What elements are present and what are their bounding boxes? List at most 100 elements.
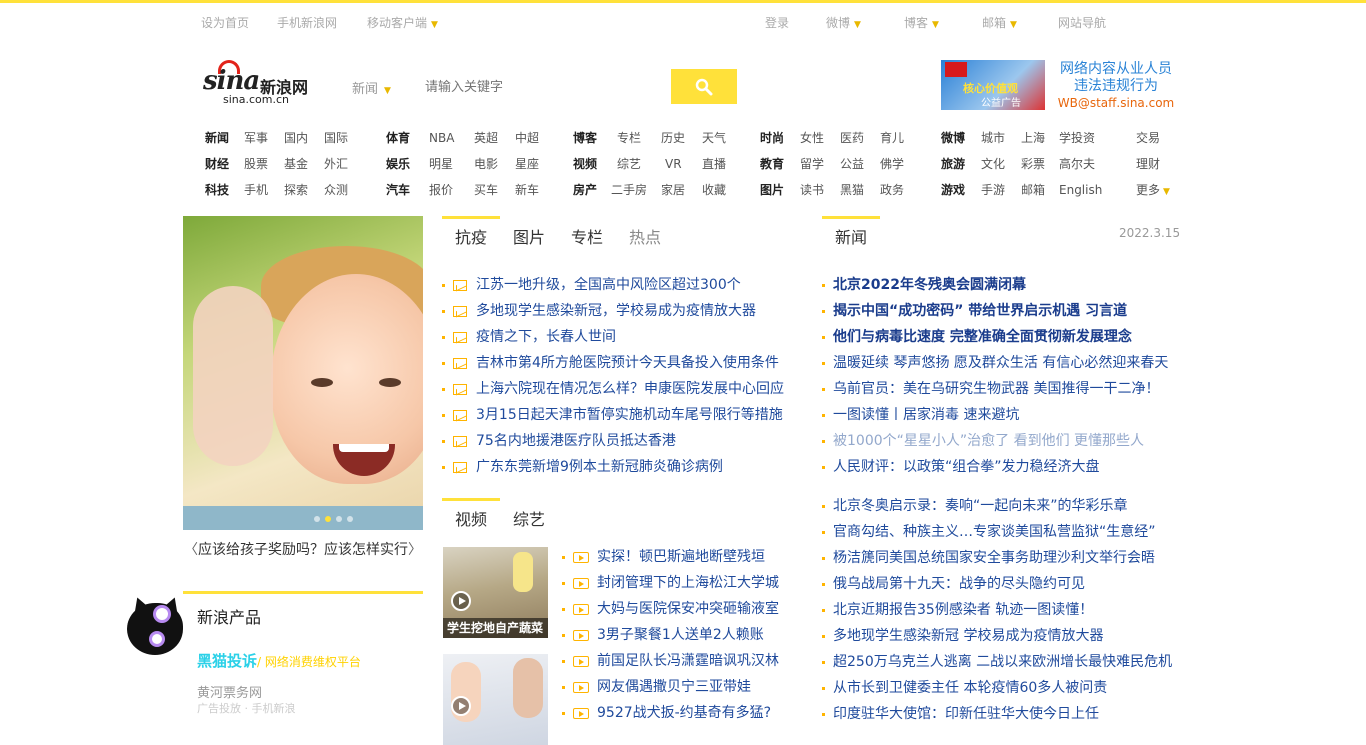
mobile-client-menu[interactable]: 移动客户端 ▼ — [367, 14, 438, 31]
video-thumbnail[interactable] — [443, 654, 548, 745]
nav-link[interactable]: 上海 — [1021, 125, 1059, 151]
nav-link[interactable]: VR — [665, 151, 702, 177]
nav-link[interactable]: 医药 — [840, 125, 880, 151]
mail-menu[interactable]: 邮箱 ▼ — [982, 14, 1017, 31]
nav-link[interactable]: 文化 — [981, 151, 1021, 177]
video-link[interactable]: 封闭管理下的上海松江大学城 — [597, 570, 779, 596]
feature-caption[interactable]: 〈应该给孩子奖励吗？应该怎样实行〉 — [183, 539, 423, 559]
nav-link[interactable]: 直播 — [702, 151, 726, 177]
news-link[interactable]: 北京冬奥启示录：奏响“一起向未来”的华彩乐章 — [833, 493, 1128, 519]
news-link[interactable]: 从市长到卫健委主任 本轮疫情60多人被问责 — [833, 675, 1107, 701]
nav-link[interactable]: 微博 — [941, 125, 981, 151]
nav-link[interactable]: 留学 — [800, 151, 840, 177]
play-icon[interactable] — [451, 696, 471, 716]
news-link[interactable]: 75名内地援港医疗队员抵达香港 — [476, 428, 676, 454]
nav-link[interactable]: 时尚 — [760, 125, 800, 151]
news-link[interactable]: 江苏一地升级，全国高中风险区超过300个 — [476, 272, 741, 298]
nav-link[interactable]: 国内 — [284, 125, 324, 151]
blog-menu[interactable]: 博客 ▼ — [904, 14, 939, 31]
nav-link[interactable]: 体育 — [386, 125, 429, 151]
nav-link[interactable]: 电影 — [474, 151, 515, 177]
nav-link[interactable]: 新车 — [515, 177, 539, 203]
news-link[interactable]: 广东东莞新增9例本土新冠肺炎确诊病例 — [476, 454, 723, 480]
nav-link[interactable]: 手机 — [244, 177, 284, 203]
news-link[interactable]: 上海六院现在情况怎么样？申康医院发展中心回应 — [476, 376, 784, 402]
news-link[interactable]: 3月15日起天津市暂停实施机动车尾号限行等措施 — [476, 402, 783, 428]
sina-logo[interactable]: sina 新浪网 sina.com.cn — [203, 60, 318, 108]
nav-link[interactable]: 股票 — [244, 151, 284, 177]
set-homepage-link[interactable]: 设为首页 — [201, 14, 249, 31]
nav-link[interactable]: 英超 — [474, 125, 515, 151]
nav-link[interactable]: 房产 — [573, 177, 611, 203]
nav-link[interactable]: 星座 — [515, 151, 539, 177]
news-link[interactable]: 多地现学生感染新冠，学校易成为疫情放大器 — [476, 298, 756, 324]
video-link[interactable]: 前国足队长冯潇霆暗讽巩汉林 — [597, 648, 779, 674]
search-scope-select[interactable]: 新闻 ▼ — [352, 78, 391, 97]
video-link[interactable]: 9527战犬扳-约基奇有多猛? — [597, 700, 771, 726]
news-link[interactable]: 印度驻华大使馆：印新任驻华大使今日上任 — [833, 701, 1099, 727]
nav-link[interactable]: 专栏 — [617, 125, 661, 151]
nav-link[interactable]: 博客 — [573, 125, 617, 151]
search-input[interactable] — [417, 72, 667, 102]
video-link[interactable]: 3男子聚餐1人送单2人赖账 — [597, 622, 764, 648]
nav-link[interactable]: 收藏 — [702, 177, 726, 203]
site-nav-link[interactable]: 网站导航 — [1058, 14, 1106, 31]
news-link[interactable]: 揭示中国“成功密码” 带给世界启示机遇 习言道 — [833, 298, 1127, 324]
nav-link[interactable]: 视频 — [573, 151, 617, 177]
nav-link[interactable]: 二手房 — [611, 177, 661, 203]
nav-link[interactable]: 基金 — [284, 151, 324, 177]
nav-link[interactable]: 中超 — [515, 125, 539, 151]
nav-link[interactable]: 理财 — [1136, 151, 1160, 177]
nav-link[interactable]: 明星 — [429, 151, 474, 177]
tab-kangyi[interactable]: 抗疫 — [442, 216, 501, 248]
nav-link[interactable]: 众测 — [324, 177, 348, 203]
tab-pictures[interactable]: 图片 — [500, 216, 558, 248]
nav-link[interactable]: 彩票 — [1021, 151, 1059, 177]
feature-photo[interactable] — [183, 216, 423, 530]
news-link[interactable]: 杨洁篪同美国总统国家安全事务助理沙利文举行会晤 — [833, 545, 1155, 571]
weibo-menu[interactable]: 微博 ▼ — [826, 14, 861, 31]
tab-variety[interactable]: 综艺 — [500, 498, 558, 530]
nav-link[interactable]: 游戏 — [941, 177, 981, 203]
news-link[interactable]: 俄乌战局第十九天：战争的尽头隐约可见 — [833, 571, 1085, 597]
product-link[interactable]: 黄河票务网 — [197, 682, 262, 701]
nav-link[interactable]: 城市 — [981, 125, 1021, 151]
ad-text[interactable]: 网络内容从业人员 违法违规行为 WB@staff.sina.com — [1052, 61, 1180, 112]
chevron-right-icon[interactable]: 〉 — [408, 542, 422, 558]
nav-link[interactable]: 佛学 — [880, 151, 904, 177]
search-button[interactable] — [671, 69, 737, 104]
ad-banner-image[interactable]: 核心价值观 公益广告 — [941, 60, 1045, 110]
news-link[interactable]: 他们与病毒比速度 完整准确全面贯彻新发展理念 — [833, 324, 1132, 350]
news-link[interactable]: 多地现学生感染新冠 学校易成为疫情放大器 — [833, 623, 1103, 649]
nav-link[interactable]: 新闻 — [205, 125, 244, 151]
news-link[interactable]: 官商勾结、种族主义…专家谈美国私营监狱“生意经” — [833, 519, 1156, 545]
nav-link[interactable]: 公益 — [840, 151, 880, 177]
nav-link[interactable]: 天气 — [702, 125, 726, 151]
video-link[interactable]: 实探！顿巴斯遍地断壁残垣 — [597, 544, 765, 570]
nav-link[interactable]: 图片 — [760, 177, 800, 203]
heimao-link[interactable]: 黑猫投诉/ 网络消费维权平台 — [197, 650, 361, 671]
nav-link[interactable]: English — [1059, 177, 1102, 203]
nav-link[interactable]: 读书 — [800, 177, 840, 203]
more-menu[interactable]: 更多 ▼ — [1136, 177, 1170, 205]
nav-link[interactable]: 科技 — [205, 177, 244, 203]
mobile-sina-link[interactable]: 手机新浪网 — [277, 14, 337, 31]
nav-link[interactable]: 财经 — [205, 151, 244, 177]
nav-link[interactable]: 女性 — [800, 125, 840, 151]
carousel-dots[interactable] — [314, 516, 353, 522]
video-link[interactable]: 大妈与医院保安冲突砸输液室 — [597, 596, 779, 622]
news-link[interactable]: 北京2022年冬残奥会圆满闭幕 — [833, 272, 1026, 298]
nav-link[interactable]: 学投资 — [1059, 125, 1095, 151]
news-link[interactable]: 乌前官员：美在乌研究生物武器 美国推得一干二净！ — [833, 376, 1159, 402]
nav-link[interactable]: 探索 — [284, 177, 324, 203]
news-link[interactable]: 被1000个“星星小人”治愈了 看到他们 更懂那些人 — [833, 428, 1144, 454]
nav-link[interactable]: 历史 — [661, 125, 702, 151]
nav-link[interactable]: 汽车 — [386, 177, 429, 203]
news-link[interactable]: 疫情之下，长春人世间 — [476, 324, 616, 350]
news-link[interactable]: 超250万乌克兰人逃离 二战以来欧洲增长最快难民危机 — [833, 649, 1172, 675]
nav-link[interactable]: 邮箱 — [1021, 177, 1059, 203]
video-thumbnail[interactable]: 学生挖地自产蔬菜 — [443, 547, 548, 638]
login-link[interactable]: 登录 — [765, 14, 789, 31]
nav-link[interactable]: 黑猫 — [840, 177, 880, 203]
nav-link[interactable]: 家居 — [661, 177, 702, 203]
